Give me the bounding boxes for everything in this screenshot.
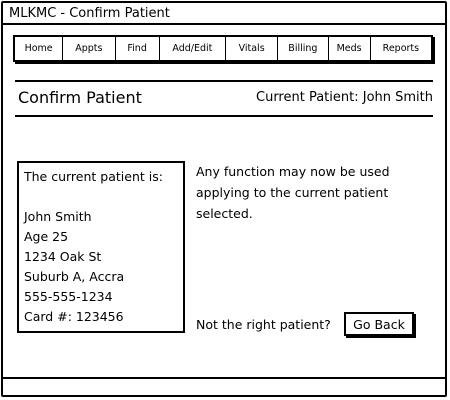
patient-phone: 555-555-1234 (24, 289, 113, 304)
patient-card-heading: The current patient is: (24, 169, 163, 184)
current-patient-label: Current Patient: John Smith (256, 90, 433, 105)
tab-home[interactable]: Home (15, 37, 64, 60)
tab-meds[interactable]: Meds (329, 37, 371, 60)
tab-vitals[interactable]: Vitals (226, 37, 279, 60)
info-line: Any function may now be used (196, 164, 390, 179)
nav-bar: Home Appts Find Add/Edit Vitals Billing … (13, 35, 433, 62)
wrong-patient-prompt: Not the right patient? (196, 317, 331, 332)
status-bar (3, 377, 445, 395)
patient-card-number: Card #: 123456 (24, 309, 124, 324)
patient-age: Age 25 (24, 229, 69, 244)
patient-name: John Smith (24, 209, 92, 224)
app-window: MLKMC - Confirm Patient Home Appts Find … (1, 1, 447, 397)
go-back-button[interactable]: Go Back (344, 312, 414, 336)
tab-billing[interactable]: Billing (278, 37, 329, 60)
patient-city: Suburb A, Accra (24, 269, 125, 284)
tab-reports[interactable]: Reports (371, 37, 431, 60)
info-line: selected. (196, 206, 253, 221)
header-divider-bottom (15, 115, 433, 117)
info-text: Any function may now be used applying to… (196, 161, 406, 224)
tab-add-edit[interactable]: Add/Edit (160, 37, 226, 60)
tab-find[interactable]: Find (116, 37, 160, 60)
header-divider-top (15, 80, 433, 82)
page-title: Confirm Patient (18, 88, 142, 107)
info-line: applying to the current patient (196, 185, 389, 200)
tab-appts[interactable]: Appts (63, 37, 116, 60)
patient-street: 1234 Oak St (24, 249, 102, 264)
patient-card: The current patient is: John Smith Age 2… (17, 161, 185, 333)
window-title: MLKMC - Confirm Patient (3, 3, 445, 25)
